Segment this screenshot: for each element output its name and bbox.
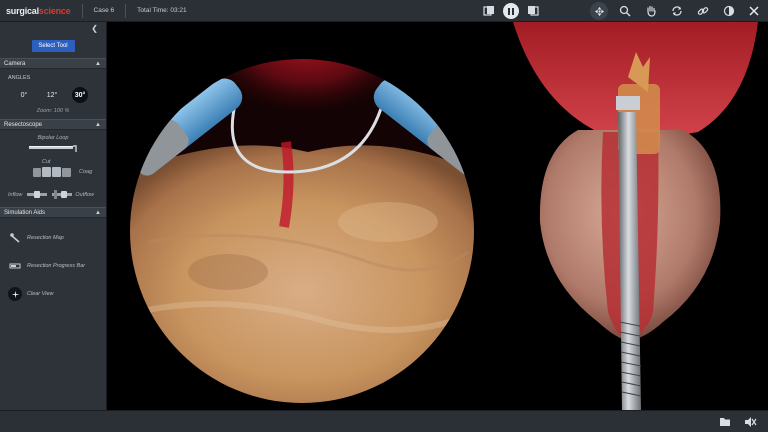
navigation-button[interactable] <box>588 0 610 22</box>
resectoscope-section-header[interactable]: Resectoscope ▲ <box>0 119 106 130</box>
resection-map-label: Resection Map <box>27 235 64 241</box>
simulation-viewport[interactable] <box>108 22 768 410</box>
navigation-icon <box>590 2 608 20</box>
top-bar: surgicalscience Case 6 Total Time: 03:21 <box>0 0 768 22</box>
total-time: Total Time: 03:21 <box>137 7 187 14</box>
brand-logo: surgicalscience <box>0 6 71 16</box>
viewport-render <box>130 22 758 410</box>
bottom-bar <box>0 410 768 432</box>
angle-12-button[interactable]: 12° <box>44 87 60 103</box>
chevron-up-icon: ▲ <box>95 121 101 128</box>
pedal-icon <box>33 167 71 177</box>
clear-view-toggle[interactable]: Clear View <box>0 280 106 308</box>
chevron-left-icon: ❮ <box>91 24 98 33</box>
camera-section-title: Camera <box>4 60 26 67</box>
resection-map-toggle[interactable]: Resection Map <box>0 224 106 252</box>
angle-0-button[interactable]: 0° <box>16 87 32 103</box>
link-icon[interactable] <box>692 0 714 22</box>
divider <box>125 3 127 18</box>
side-panel: ❮ Select Tool Camera ▲ ANGLES 0° 12° 30°… <box>0 22 107 410</box>
close-icon[interactable] <box>743 0 765 22</box>
select-tool-button[interactable]: Select Tool <box>31 40 75 52</box>
angles-title: ANGLES <box>8 75 31 81</box>
collapse-panel-button[interactable]: ❮ <box>0 22 106 36</box>
simulation-aids-title: Simulation Aids <box>4 209 46 216</box>
brand-part1: surgical <box>6 5 39 16</box>
flow-controls: Inflow Outflow <box>0 178 106 199</box>
window-left-icon[interactable] <box>478 0 500 22</box>
simulation-aids-section-header[interactable]: Simulation Aids ▲ <box>0 207 106 218</box>
brand-part2: science <box>38 5 71 16</box>
zoom-level: Zoom: 100 % <box>36 108 70 114</box>
pause-button[interactable] <box>500 0 522 22</box>
angle-selector: 0° 12° 30° <box>0 81 106 103</box>
rotate-icon[interactable] <box>666 0 688 22</box>
inflow-label: Inflow <box>8 191 23 198</box>
folder-icon[interactable] <box>718 415 732 429</box>
cut-coag-selector[interactable]: Coag <box>0 165 106 178</box>
mute-icon[interactable] <box>743 415 757 429</box>
outflow-valve-icon[interactable] <box>51 190 73 199</box>
loop-label: Bipolar Loop <box>37 135 69 141</box>
map-icon <box>7 231 23 245</box>
clear-view-label: Clear View <box>27 291 54 297</box>
window-right-icon[interactable] <box>522 0 544 22</box>
bipolar-loop-icon[interactable] <box>0 141 106 153</box>
progress-bar-icon <box>7 259 23 273</box>
contrast-icon[interactable] <box>718 0 740 22</box>
hand-icon[interactable] <box>640 0 662 22</box>
resection-progress-bar-label: Resection Progress Bar <box>27 263 86 269</box>
cut-label: Cut <box>42 159 51 165</box>
coag-label: Coag <box>79 169 93 175</box>
angle-30-button[interactable]: 30° <box>72 87 88 103</box>
camera-section-header[interactable]: Camera ▲ <box>0 58 106 69</box>
case-label: Case 6 <box>93 7 115 14</box>
search-icon[interactable] <box>614 0 636 22</box>
chevron-up-icon: ▲ <box>95 60 101 67</box>
outflow-label: Outflow <box>75 191 95 198</box>
resection-progress-bar-toggle[interactable]: Resection Progress Bar <box>0 252 106 280</box>
chevron-up-icon: ▲ <box>95 209 101 216</box>
pause-icon <box>503 3 519 19</box>
resectoscope-section-title: Resectoscope <box>4 121 43 128</box>
divider <box>81 3 83 18</box>
inflow-valve-icon[interactable] <box>26 190 48 199</box>
clear-view-icon <box>7 287 23 301</box>
